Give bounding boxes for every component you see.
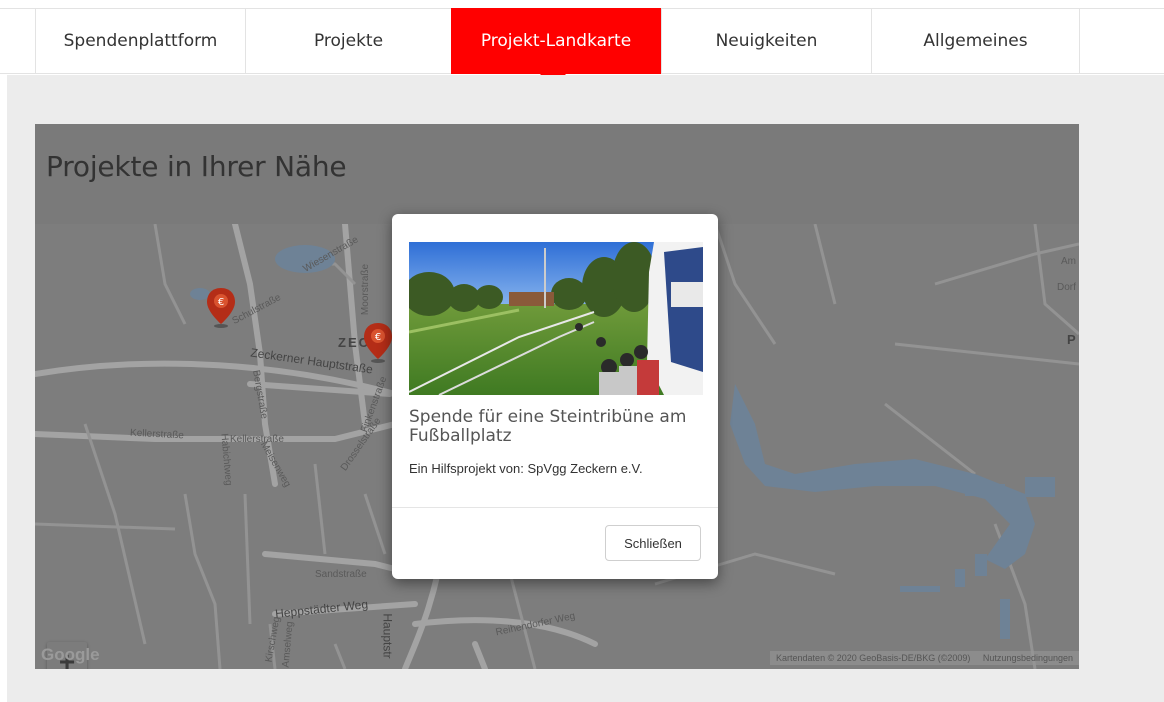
nav-item-projekt-landkarte[interactable]: Projekt-Landkarte — [451, 8, 661, 74]
project-marker-pin[interactable]: € — [207, 288, 235, 328]
map-attribution: Kartendaten © 2020 GeoBasis-DE/BKG (©200… — [770, 651, 1079, 665]
street-label: Hauptstr — [380, 613, 395, 659]
project-marker-pin[interactable]: € — [364, 323, 392, 363]
project-modal: Spende für eine Steintribüne am Fußballp… — [392, 214, 718, 579]
edge-label: Am — [1061, 256, 1076, 267]
street-label: Kellerstraße — [230, 434, 284, 445]
close-button[interactable]: Schließen — [605, 525, 701, 561]
modal-divider — [392, 507, 718, 508]
terms-link[interactable]: Nutzungsbedingungen — [983, 653, 1073, 663]
project-organizer: Ein Hilfsprojekt von: SpVgg Zeckern e.V. — [409, 461, 643, 476]
map-pin-icon: € — [207, 288, 235, 328]
google-logo: Google — [41, 645, 100, 664]
map-pin-icon: € — [364, 323, 392, 363]
svg-text:€: € — [218, 297, 224, 308]
nav-item-empty — [1079, 8, 1164, 74]
street-label: Sandstraße — [315, 569, 367, 580]
edge-label: P — [1067, 332, 1078, 347]
main-navigation: Spendenplattform Projekte Projekt-Landka… — [0, 0, 1164, 74]
page-title: Projekte in Ihrer Nähe — [46, 150, 347, 183]
nav-item-spendenplattform[interactable]: Spendenplattform — [35, 8, 245, 74]
project-title: Spende für eine Steintribüne am Fußballp… — [409, 407, 687, 446]
nav-item-allgemeines[interactable]: Allgemeines — [871, 8, 1079, 74]
football-field-photo — [409, 242, 703, 395]
map-heading-bar: Projekte in Ihrer Nähe — [35, 124, 1079, 224]
nav-item-projekte[interactable]: Projekte — [245, 8, 451, 74]
svg-text:€: € — [375, 332, 381, 343]
edge-label: Dorf — [1057, 282, 1076, 293]
project-photo — [409, 242, 703, 395]
nav-item-neuigkeiten[interactable]: Neuigkeiten — [661, 8, 871, 74]
street-label: Moorstraße — [360, 263, 372, 316]
map-data-credit: Kartendaten © 2020 GeoBasis-DE/BKG (©200… — [776, 653, 971, 663]
